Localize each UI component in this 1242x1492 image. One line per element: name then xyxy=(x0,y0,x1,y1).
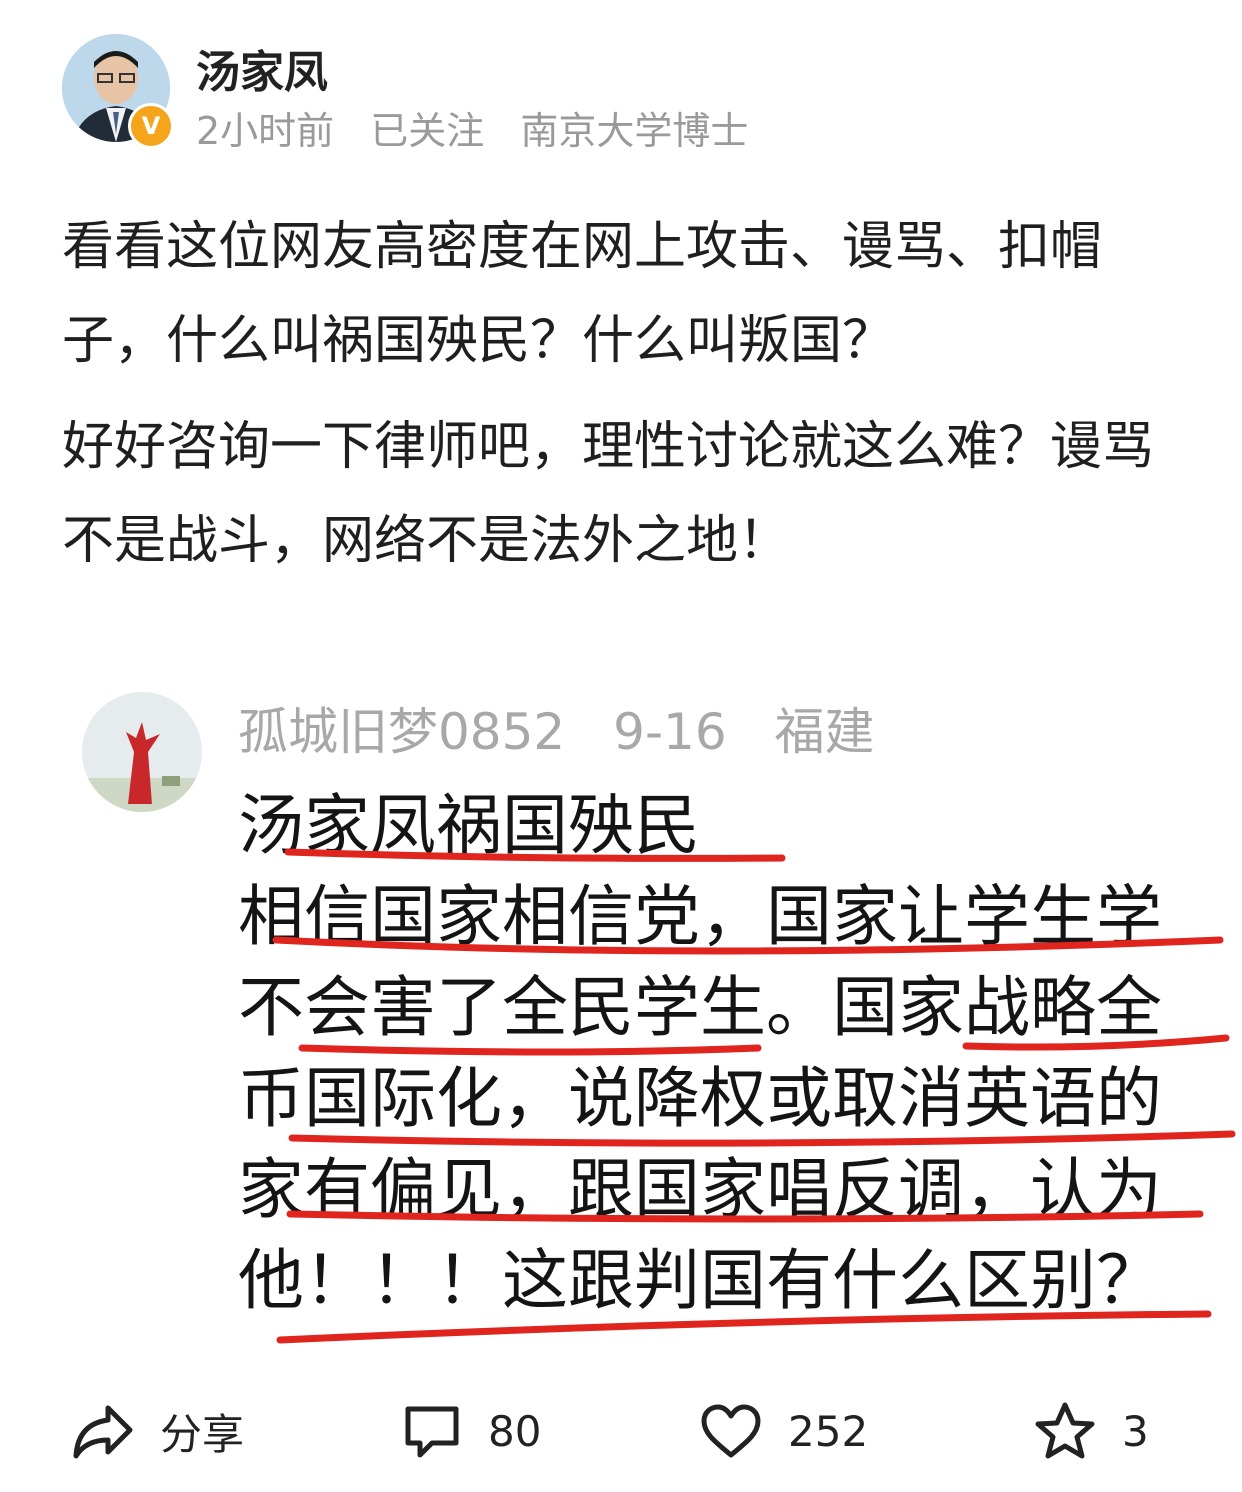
post-meta: 2小时前 已关注 南京大学博士 xyxy=(196,100,772,155)
share-button[interactable]: 分享 xyxy=(72,1396,244,1466)
post-body: 看看这位网友高密度在网上攻击、谩骂、扣帽子，什么叫祸国殃民？什么叫叛国？ 好好咨… xyxy=(62,200,1192,600)
comment-date: 9-16 xyxy=(613,703,727,761)
commenter-avatar xyxy=(82,692,202,812)
favorite-count: 3 xyxy=(1122,1406,1149,1456)
action-bar: 分享 80 252 3 xyxy=(0,1380,1242,1480)
verified-badge-icon: V xyxy=(128,103,174,149)
comment-text: 汤家凤祸国殃民 相信国家相信党，国家让学生学 不会害了全民学生。国家战略全 币国… xyxy=(238,780,1182,1326)
like-count: 252 xyxy=(788,1406,869,1456)
commenter-meta: 孤城旧梦0852 9-16 福建 xyxy=(238,692,907,764)
favorite-button[interactable]: 3 xyxy=(1034,1396,1149,1466)
author-title-tag: 南京大学博士 xyxy=(520,109,749,153)
share-label: 分享 xyxy=(160,1409,245,1459)
share-icon xyxy=(73,1405,133,1459)
commenter-name: 孤城旧梦0852 xyxy=(238,703,566,761)
comment-count: 80 xyxy=(488,1406,542,1456)
comment-line: 币国际化，说降权或取消英语的 xyxy=(238,1060,1162,1137)
like-icon xyxy=(701,1404,761,1458)
comment-line: 不会害了全民学生。国家战略全 xyxy=(238,969,1162,1046)
like-button[interactable]: 252 xyxy=(700,1396,868,1466)
follow-status[interactable]: 已关注 xyxy=(370,109,484,153)
comment-location: 福建 xyxy=(774,703,875,761)
comment-line: 汤家凤祸国殃民 xyxy=(238,787,700,864)
post-paragraph: 看看这位网友高密度在网上攻击、谩骂、扣帽子，什么叫祸国殃民？什么叫叛国？ xyxy=(62,217,1103,371)
comment-line: 家有偏见，跟国家唱反调，认为 xyxy=(238,1151,1162,1228)
post-paragraph: 好好咨询一下律师吧，理性讨论就这么难？谩骂不是战斗，网络不是法外之地！ xyxy=(62,417,1155,571)
embedded-comment-screenshot[interactable]: 孤城旧梦0852 9-16 福建 汤家凤祸国殃民 相信国家相信党，国家让学生学 … xyxy=(62,672,1182,1362)
comment-line: 相信国家相信党，国家让学生学 xyxy=(238,878,1162,955)
favorite-icon xyxy=(1035,1402,1095,1459)
comment-button[interactable]: 80 xyxy=(402,1396,541,1466)
author-name[interactable]: 汤家凤 xyxy=(196,36,328,100)
post-time: 2小时前 xyxy=(196,109,335,153)
comment-line: 他！！！这跟判国有什么区别？ xyxy=(238,1242,1162,1319)
comment-icon xyxy=(405,1406,459,1458)
